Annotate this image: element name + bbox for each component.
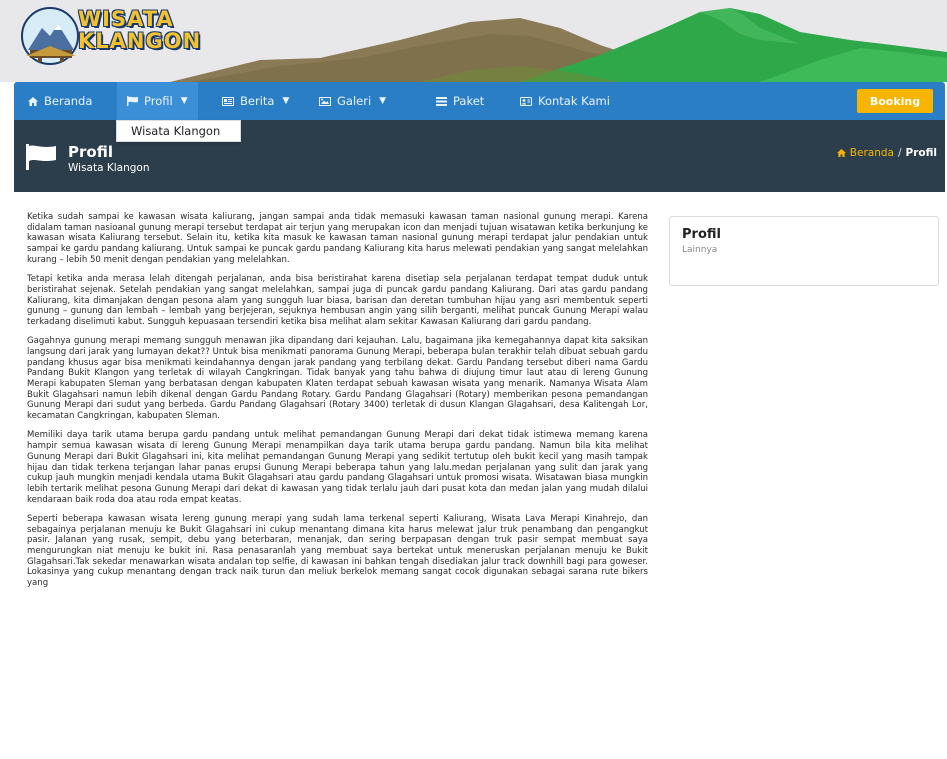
newspaper-icon bbox=[222, 96, 234, 106]
contact-icon bbox=[520, 96, 532, 106]
list-icon bbox=[436, 96, 447, 106]
nav-label-paket: Paket bbox=[453, 94, 485, 108]
article-paragraph: Memiliki daya tarik utama berupa gardu p… bbox=[27, 430, 648, 505]
logo-line-2: KLANGON bbox=[78, 29, 202, 53]
chevron-down-icon: ▼ bbox=[379, 96, 387, 106]
home-icon bbox=[836, 149, 846, 157]
breadcrumb-separator: / bbox=[897, 147, 902, 159]
nav-item-galeri[interactable]: Galeri ▼ bbox=[319, 82, 386, 120]
sidebar-title: Profil bbox=[682, 227, 721, 242]
nav-label-kontak: Kontak Kami bbox=[538, 94, 610, 108]
nav-item-kontak[interactable]: Kontak Kami bbox=[520, 82, 610, 120]
article-body: Ketika sudah sampai ke kawasan wisata ka… bbox=[27, 212, 648, 597]
article-paragraph: Ketika sudah sampai ke kawasan wisata ka… bbox=[27, 212, 648, 265]
page-subtitle: Wisata Klangon bbox=[68, 162, 150, 174]
sidebar-profil-box: Profil Lainnya bbox=[669, 216, 939, 286]
site-banner: WISATA KLANGON bbox=[0, 0, 947, 82]
nav-item-profil[interactable]: Profil ▼ bbox=[117, 82, 198, 120]
sidebar-subtitle: Lainnya bbox=[682, 245, 718, 255]
breadcrumb: Beranda / Profil bbox=[836, 147, 937, 159]
image-icon bbox=[319, 96, 331, 106]
site-logo[interactable]: WISATA KLANGON bbox=[20, 4, 200, 68]
nav-label-galeri: Galeri bbox=[337, 94, 372, 108]
nav-label-profil: Profil bbox=[144, 94, 173, 108]
page-title: Profil bbox=[68, 143, 113, 161]
home-icon bbox=[28, 96, 38, 106]
nav-label-beranda: Beranda bbox=[44, 94, 93, 108]
nav-label-berita: Berita bbox=[240, 94, 275, 108]
profil-dropdown-item[interactable]: Wisata Klangon bbox=[116, 120, 241, 142]
nav-item-beranda[interactable]: Beranda bbox=[28, 82, 92, 120]
booking-button[interactable]: Booking bbox=[857, 89, 933, 113]
article-paragraph: Tetapi ketika anda merasa lelah ditengah… bbox=[27, 274, 648, 327]
chevron-down-icon: ▼ bbox=[282, 96, 290, 106]
logo-wordmark: WISATA KLANGON bbox=[78, 8, 201, 52]
article-paragraph: Gagahnya gunung merapi memang sungguh me… bbox=[27, 336, 648, 422]
article-paragraph: Seperti beberapa kawasan wisata lereng g… bbox=[27, 513, 648, 589]
chevron-down-icon: ▼ bbox=[180, 96, 188, 106]
main-navbar: Beranda Profil ▼ Berita ▼ Galeri ▼ Paket… bbox=[14, 82, 945, 120]
logo-emblem-icon bbox=[21, 7, 79, 65]
nav-item-paket[interactable]: Paket bbox=[436, 82, 484, 120]
flag-icon bbox=[127, 96, 138, 106]
breadcrumb-current: Profil bbox=[905, 147, 937, 159]
breadcrumb-home-link[interactable]: Beranda bbox=[850, 147, 894, 159]
logo-line-1: WISATA bbox=[78, 7, 174, 31]
flag-icon bbox=[26, 144, 56, 170]
nav-item-berita[interactable]: Berita ▼ bbox=[222, 82, 289, 120]
